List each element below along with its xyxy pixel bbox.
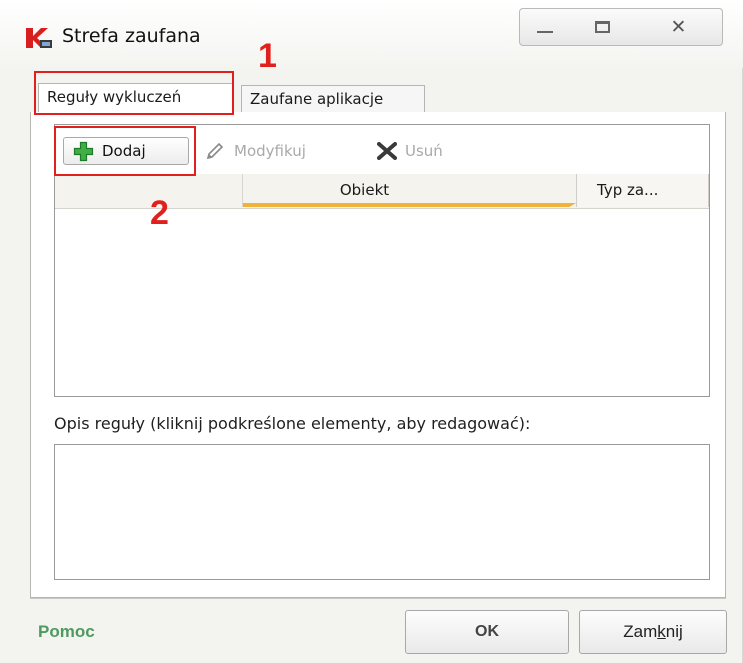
tab-trusted-applications[interactable]: Zaufane aplikacje: [241, 85, 425, 113]
column-header-object[interactable]: Obiekt: [243, 174, 576, 207]
kaspersky-k-icon: [26, 28, 52, 48]
maximize-icon: [595, 21, 610, 33]
maximize-button[interactable]: [570, 8, 636, 46]
delete-button-label: Usuń: [405, 142, 443, 160]
rules-toolbar: Dodaj Modyfikuj Usuń: [55, 125, 709, 175]
ok-button[interactable]: OK: [405, 610, 569, 654]
window-title: Strefa zaufana: [62, 25, 201, 47]
rules-list-frame: Dodaj Modyfikuj Usuń Obiekt Typ za...: [54, 124, 710, 397]
close-window-button[interactable]: ✕: [635, 8, 723, 46]
pencil-icon: [206, 142, 224, 160]
x-icon: [377, 142, 397, 160]
help-link[interactable]: Pomoc: [38, 622, 95, 642]
annotation-marker-2: 2: [150, 194, 169, 232]
tab-bar: Reguły wykluczeń Zaufane aplikacje: [30, 76, 726, 113]
modify-button-label: Modyfikuj: [234, 142, 306, 160]
rule-description-label: Opis reguły (kliknij podkreślone element…: [54, 414, 531, 433]
modify-button[interactable]: Modyfikuj: [205, 137, 306, 165]
annotation-marker-1: 1: [258, 37, 277, 75]
trusted-zone-dialog: Strefa zaufana ✕ 1 Reguły wykluczeń Zauf…: [0, 0, 743, 663]
close-icon: ✕: [670, 16, 687, 38]
minimize-icon: [537, 31, 553, 33]
column-header-blank[interactable]: [55, 174, 243, 207]
close-button[interactable]: Zamknij: [579, 610, 727, 654]
add-button[interactable]: Dodaj: [63, 137, 189, 165]
close-button-label: Zamknij: [623, 622, 683, 641]
tab-exclusion-rules[interactable]: Reguły wykluczeń: [38, 83, 234, 113]
column-header-type[interactable]: Typ za...: [576, 174, 709, 207]
delete-button[interactable]: Usuń: [377, 137, 443, 165]
footer-divider: [30, 598, 726, 599]
title-bar[interactable]: Strefa zaufana ✕: [0, 0, 743, 68]
rule-description-box[interactable]: [54, 444, 710, 580]
add-button-label: Dodaj: [102, 142, 146, 160]
plus-icon: [73, 141, 94, 161]
minimize-button[interactable]: [519, 8, 571, 46]
sort-indicator: [243, 203, 576, 207]
